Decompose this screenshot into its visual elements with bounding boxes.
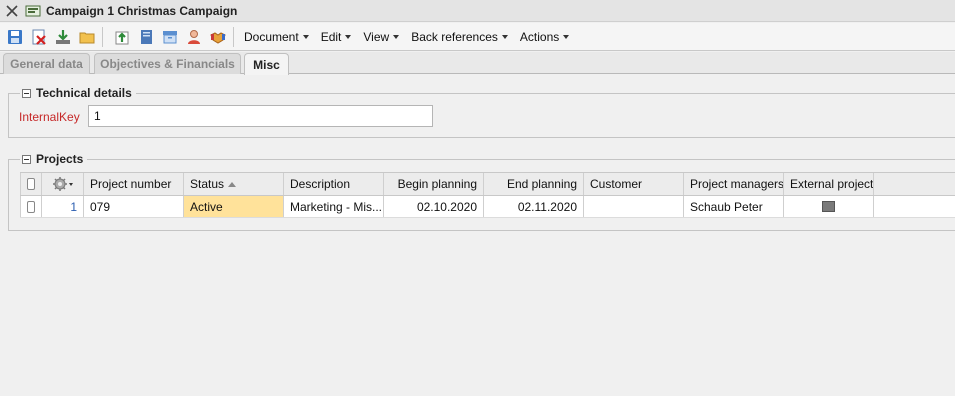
- person-icon[interactable]: [184, 27, 203, 46]
- delete-icon[interactable]: [29, 27, 48, 46]
- menu-edit[interactable]: Edit: [321, 30, 352, 44]
- select-all-checkbox-cell: [20, 173, 42, 195]
- menu-document[interactable]: Document: [244, 30, 309, 44]
- cell-end-planning: 02.11.2020: [484, 196, 584, 217]
- technical-details-title: Technical details: [36, 86, 132, 100]
- internal-key-label: InternalKey: [19, 110, 80, 124]
- column-header-status-label: Status: [190, 177, 225, 191]
- save-icon[interactable]: [5, 27, 24, 46]
- menu-back-references-label: Back references: [411, 29, 498, 44]
- column-header-project-managers[interactable]: Project managers: [684, 173, 784, 195]
- menu-view[interactable]: View: [363, 29, 400, 44]
- menu-view-label: View: [363, 29, 390, 44]
- column-header-project-number[interactable]: Project number: [84, 173, 184, 195]
- tab-general-data[interactable]: General data: [3, 53, 90, 74]
- cell-external-project: [784, 196, 874, 217]
- close-icon[interactable]: [3, 2, 21, 20]
- column-header-status[interactable]: Status: [184, 173, 284, 195]
- window-title: Campaign 1 Christmas Campaign: [46, 3, 238, 18]
- menu-actions[interactable]: Actions: [519, 29, 570, 44]
- caret-down-icon: [393, 34, 400, 39]
- handshake-icon[interactable]: [208, 27, 227, 46]
- gear-icon: [52, 177, 73, 191]
- sort-ascending-icon: [228, 181, 237, 187]
- column-settings[interactable]: [42, 173, 84, 195]
- projects-legend: Projects: [20, 152, 88, 166]
- toolbar-separator: [233, 26, 234, 47]
- toolbar: Document Edit View Back references Actio…: [0, 23, 955, 51]
- technical-details-legend: Technical details: [20, 86, 136, 100]
- download-icon[interactable]: [53, 27, 72, 46]
- projects-table: Project number Status Description Begin …: [20, 172, 955, 220]
- select-all-checkbox[interactable]: [27, 178, 35, 190]
- column-header-external-project[interactable]: External project: [784, 173, 874, 195]
- caret-down-icon: [345, 34, 352, 39]
- folder-icon[interactable]: [77, 27, 96, 46]
- cell-status: Active: [184, 196, 284, 217]
- menu-back-references[interactable]: Back references: [411, 30, 508, 44]
- menu-edit-label: Edit: [320, 29, 342, 44]
- table-row[interactable]: 1 079 Active Marketing - Mis... 02.10.20…: [20, 196, 955, 218]
- tab-bar: General data Objectives & Financials Mis…: [0, 52, 955, 75]
- menu-actions-label: Actions: [519, 29, 560, 44]
- cell-begin-planning: 02.10.2020: [384, 196, 484, 217]
- cell-project-number: 079: [84, 196, 184, 217]
- toolbar-separator: [102, 26, 103, 47]
- caret-down-icon: [563, 34, 570, 39]
- tab-misc[interactable]: Misc: [244, 53, 289, 75]
- cell-description: Marketing - Mis...: [284, 196, 384, 217]
- title-bar: Campaign 1 Christmas Campaign: [0, 0, 955, 22]
- tab-objectives-financials[interactable]: Objectives & Financials: [94, 53, 241, 74]
- internal-key-field[interactable]: 1: [88, 105, 433, 127]
- table-header: Project number Status Description Begin …: [20, 172, 955, 196]
- column-header-description[interactable]: Description: [284, 173, 384, 195]
- row-checkbox[interactable]: [27, 200, 35, 213]
- row-number[interactable]: 1: [42, 196, 84, 217]
- projects-title: Projects: [36, 152, 84, 166]
- campaign-icon: [24, 3, 42, 19]
- cell-project-managers: Schaub Peter: [684, 196, 784, 217]
- upload-icon[interactable]: [112, 27, 131, 46]
- archive-icon[interactable]: [160, 27, 179, 46]
- caret-down-icon: [501, 34, 508, 39]
- row-checkbox-cell: [20, 196, 42, 217]
- collapse-icon[interactable]: [22, 88, 31, 98]
- book-icon[interactable]: [136, 27, 155, 46]
- collapse-icon[interactable]: [22, 154, 31, 164]
- caret-down-icon: [302, 34, 309, 39]
- cell-customer: [584, 196, 684, 217]
- menu-document-label: Document: [244, 29, 299, 44]
- external-project-checkbox[interactable]: [822, 201, 835, 212]
- column-header-begin-planning[interactable]: Begin planning: [384, 173, 484, 195]
- column-header-customer[interactable]: Customer: [584, 173, 684, 195]
- column-header-end-planning[interactable]: End planning: [484, 173, 584, 195]
